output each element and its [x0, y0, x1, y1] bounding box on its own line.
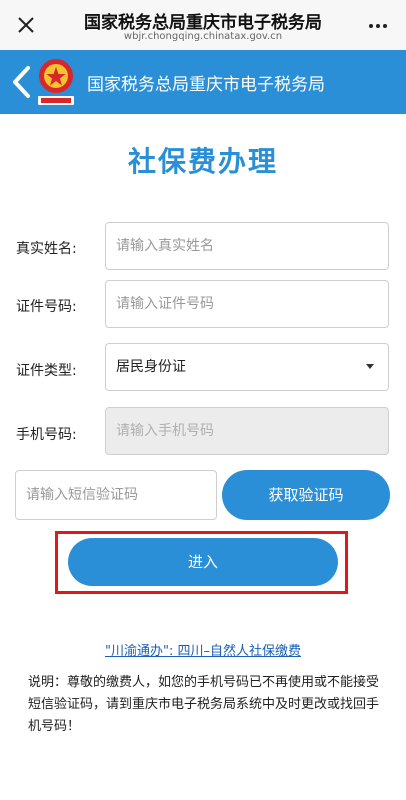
site-header-title: 国家税务总局重庆市电子税务局: [87, 75, 325, 95]
browser-url: wbjr.chongqing.chinatax.gov.cn: [123, 31, 283, 42]
phone-input[interactable]: 请输入手机号码: [105, 407, 389, 455]
id-number-placeholder: 请输入证件号码: [116, 296, 214, 312]
page-title: 社保费办理: [127, 145, 278, 178]
phone-placeholder: 请输入手机号码: [116, 423, 214, 439]
id-type-value: 居民身份证: [116, 359, 186, 375]
instruction-note: 说明：尊敬的缴费人，如您的手机号码已不再使用或不能接受短信验证码，请到重庆市电子…: [28, 675, 380, 734]
enter-button[interactable]: 进入: [68, 538, 338, 586]
id-number-input[interactable]: 请输入证件号码: [105, 280, 389, 328]
name-label: 真实姓名:: [16, 241, 77, 257]
more-icon[interactable]: [366, 14, 390, 38]
dropdown-caret-icon: [366, 364, 374, 369]
get-code-button[interactable]: 获取验证码: [222, 470, 390, 520]
browser-top-bar: 国家税务总局重庆市电子税务局 wbjr.chongqing.chinatax.g…: [0, 0, 406, 51]
name-input[interactable]: 请输入真实姓名: [105, 222, 389, 270]
id-number-label: 证件号码:: [16, 299, 77, 315]
sms-code-input[interactable]: 请输入短信验证码: [15, 470, 217, 520]
browser-title: 国家税务总局重庆市电子税务局: [84, 13, 322, 33]
tax-emblem-logo: [34, 56, 78, 108]
back-arrow-icon[interactable]: [8, 64, 34, 100]
id-type-select[interactable]: 居民身份证: [105, 343, 389, 391]
close-icon[interactable]: [14, 13, 38, 37]
id-type-label: 证件类型:: [16, 363, 77, 379]
chuanyu-link[interactable]: "川渝通办": 四川–自然人社保缴费: [0, 640, 406, 659]
phone-label: 手机号码:: [16, 427, 77, 443]
sms-code-placeholder: 请输入短信验证码: [26, 487, 138, 503]
name-placeholder: 请输入真实姓名: [116, 238, 214, 254]
site-header: 国家税务总局重庆市电子税务局: [0, 50, 406, 114]
